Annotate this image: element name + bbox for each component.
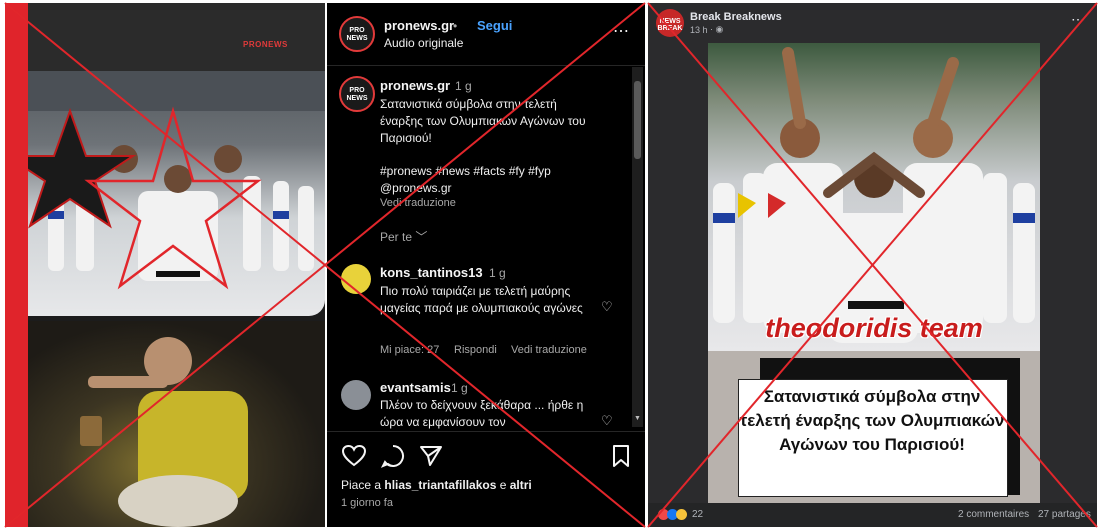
pronews-watermark: PRONEWS <box>243 40 288 49</box>
comment-reply-link[interactable]: Rispondi <box>454 344 497 356</box>
likes-others[interactable]: altri <box>510 478 532 492</box>
comments-scrollbar[interactable]: ▼ <box>632 67 643 427</box>
scroll-down-arrow-icon[interactable]: ▼ <box>634 415 641 422</box>
commenter-avatar[interactable] <box>341 380 371 410</box>
facebook-post-panel: NEWS BREAK Break Breaknews 13 h · ◉ ⋯ th… <box>648 3 1097 527</box>
fb-more-options-icon[interactable]: ⋯ <box>1071 11 1085 28</box>
caption-avatar[interactable]: PRO NEWS <box>339 76 375 112</box>
fb-post-time[interactable]: 13 h <box>690 25 708 35</box>
fb-reactions-bar: 22 2 commentaires 27 partages <box>648 503 1097 527</box>
ig-profile-avatar[interactable]: PRO NEWS <box>339 16 375 52</box>
comment-text: Πιο πολύ ταιριάζει με τελετή μαύρης μαγε… <box>380 284 583 315</box>
share-send-icon[interactable] <box>419 444 443 468</box>
chevron-down-icon: ﹀ <box>415 230 428 244</box>
fb-shares-count[interactable]: 27 partages <box>1038 509 1091 520</box>
for-you-filter[interactable]: Per te ﹀ <box>380 228 427 245</box>
comment-like-heart-icon[interactable]: ♡ <box>601 299 613 315</box>
ig-audio-label[interactable]: Audio originale <box>384 36 463 50</box>
caption-age: 1 g <box>455 79 472 93</box>
comment-username[interactable]: evantsamis <box>380 380 451 395</box>
avatar-logo-text: PRO NEWS <box>346 87 368 102</box>
comment-like-heart-icon[interactable]: ♡ <box>601 413 613 429</box>
globe-icon: · ◉ <box>710 24 724 34</box>
ig-action-bar: Piace a hlias_triantafillakos e altri 1 … <box>327 431 645 528</box>
instagram-post-panel: PRO NEWS pronews.gr • Segui Audio origin… <box>327 3 645 527</box>
likes-summary[interactable]: Piace a hlias_triantafillakos e altri <box>341 478 532 492</box>
fb-reactions-count[interactable]: 22 <box>692 509 703 520</box>
fb-ceremony-photo <box>708 43 1040 351</box>
caption-text: Σατανιστικά σύμβολα στην τελετή έναρξης … <box>380 97 586 145</box>
pentagram-overlay-graphic <box>5 71 325 290</box>
comment-translate-link[interactable]: Vedi traduzione <box>511 344 587 356</box>
movie-still-image <box>28 321 325 527</box>
fb-avatar-logo-text: NEWS BREAK <box>657 18 683 32</box>
commenter-avatar[interactable] <box>341 264 371 294</box>
ig-separator: • <box>453 19 458 33</box>
likes-prefix: Piace a <box>341 478 385 492</box>
comment-likes-count[interactable]: Mi piace: 27 <box>380 344 439 356</box>
likes-user[interactable]: hlias_triantafillakos <box>384 478 496 492</box>
caption-hashtags[interactable]: #pronews #news #facts #fy #fyp <box>380 163 551 180</box>
fb-comments-count[interactable]: 2 commentaires <box>958 509 1029 520</box>
video-preview-panel: PRONEWS <box>5 3 325 527</box>
sad-reaction-icon[interactable] <box>676 509 687 520</box>
scrollbar-thumb[interactable] <box>634 81 641 159</box>
avatar-logo-text: PRO NEWS <box>346 27 368 42</box>
comment-text: Πλέον το δείχνουν ξεκάθαρα ... ήρθε η ώρ… <box>380 398 584 429</box>
comment-age: 1 g <box>451 381 468 395</box>
comment-bubble-icon[interactable] <box>381 444 405 468</box>
bookmark-save-icon[interactable] <box>611 444 631 468</box>
post-time: 1 giorno fa <box>341 497 393 509</box>
fb-page-name[interactable]: Break Breaknews <box>690 11 782 23</box>
ig-username[interactable]: pronews.gr <box>384 18 454 33</box>
likes-mid: e <box>496 478 510 492</box>
caption-translate-link[interactable]: Vedi traduzione <box>380 197 456 209</box>
fb-post-image[interactable]: theodoridis team Σατανιστικά σύμβολα στη… <box>708 43 1040 503</box>
comment-age: 1 g <box>489 266 506 280</box>
red-side-stripe <box>5 3 28 527</box>
fb-image-banner: theodoridis team <box>765 313 983 343</box>
like-heart-icon[interactable] <box>341 444 367 468</box>
fb-image-headline: Σατανιστικά σύμβολα στην τελετή έναρξης … <box>739 387 1005 454</box>
ceremony-still-image <box>5 71 325 316</box>
video-top-strip <box>28 3 325 71</box>
comment-username[interactable]: kons_tantinos13 <box>380 265 483 280</box>
ig-follow-button[interactable]: Segui <box>477 18 512 33</box>
ig-post-header: PRO NEWS pronews.gr • Segui Audio origin… <box>327 3 645 66</box>
for-you-label: Per te <box>380 230 413 244</box>
more-options-icon[interactable]: ⋯ <box>613 21 629 41</box>
caption-mention[interactable]: @pronews.gr <box>380 180 452 197</box>
caption-username[interactable]: pronews.gr <box>380 78 450 93</box>
